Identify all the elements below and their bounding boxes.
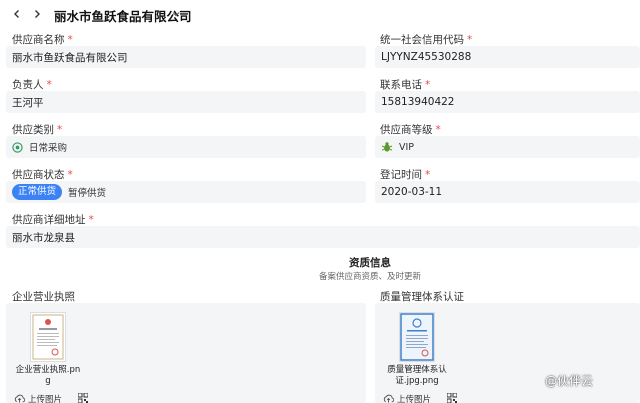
status-option-active[interactable]: 正常供货	[12, 184, 63, 200]
reg-time-field[interactable]: 2020-03-11	[375, 181, 640, 203]
quality-cert-label: 质量管理体系认证	[380, 291, 464, 303]
reg-time-label: 登记时间 *	[380, 169, 431, 181]
chevron-left-icon	[14, 10, 19, 18]
upload-icon	[14, 394, 25, 403]
address-label: 供应商详细地址 *	[12, 214, 94, 226]
target-icon	[12, 141, 23, 153]
license-upload-area[interactable]: 企业营业执照.pn g 上传图片	[6, 303, 366, 403]
upload-icon	[383, 394, 394, 403]
certificate-image-icon	[400, 313, 434, 361]
owner-field[interactable]: 王河平	[6, 91, 366, 113]
license-file-name: 企业营业执照.pn g	[15, 365, 81, 386]
quality-cert-file-name: 质量管理体系认 证.jpg.png	[387, 365, 447, 386]
header-bar: 丽水市鱼跃食品有限公司	[0, 0, 640, 28]
supplier-name-field[interactable]: 丽水市鱼跃食品有限公司	[6, 46, 366, 68]
status-label: 供应商状态 *	[12, 169, 73, 181]
level-field[interactable]: VIP	[375, 136, 640, 158]
address-field[interactable]: 丽水市龙泉县	[6, 226, 640, 248]
back-button[interactable]	[7, 4, 27, 24]
level-label: 供应商等级 *	[380, 124, 441, 136]
quality-cert-thumbnail[interactable]	[399, 312, 435, 362]
qr-code-icon[interactable]	[447, 393, 457, 403]
chevron-down-icon[interactable]	[171, 9, 181, 19]
credit-code-label: 统一社会信用代码 *	[380, 34, 473, 46]
section-subtitle: 备案供应商资质、及时更新	[318, 272, 421, 282]
license-thumbnail[interactable]	[30, 312, 66, 362]
phone-label: 联系电话 *	[380, 79, 431, 91]
qr-code-icon[interactable]	[78, 393, 88, 403]
section-title: 资质信息	[349, 257, 391, 269]
status-option-inactive[interactable]: 暂停供货	[68, 185, 106, 199]
category-field[interactable]: 日常采购	[6, 136, 366, 158]
phone-field[interactable]: 15813940422	[375, 91, 640, 113]
license-image-icon	[32, 314, 64, 360]
license-upload-button[interactable]: 上传图片	[14, 393, 62, 403]
category-label: 供应类别 *	[12, 124, 63, 136]
quality-cert-upload-area[interactable]: 质量管理体系认 证.jpg.png 上传图片	[375, 303, 640, 403]
watermark: @伙伴云	[545, 374, 594, 388]
forward-button[interactable]	[27, 4, 47, 24]
supplier-name-label: 供应商名称 *	[12, 34, 73, 46]
quality-cert-upload-button[interactable]: 上传图片	[383, 393, 431, 403]
credit-code-field[interactable]: LJYYNZ45530288	[375, 46, 640, 68]
license-label: 企业营业执照	[12, 291, 75, 303]
owner-label: 负责人 *	[12, 79, 52, 91]
status-field[interactable]: 正常供货 暂停供货	[6, 181, 366, 203]
bug-icon	[381, 142, 393, 152]
chevron-right-icon	[35, 10, 40, 18]
